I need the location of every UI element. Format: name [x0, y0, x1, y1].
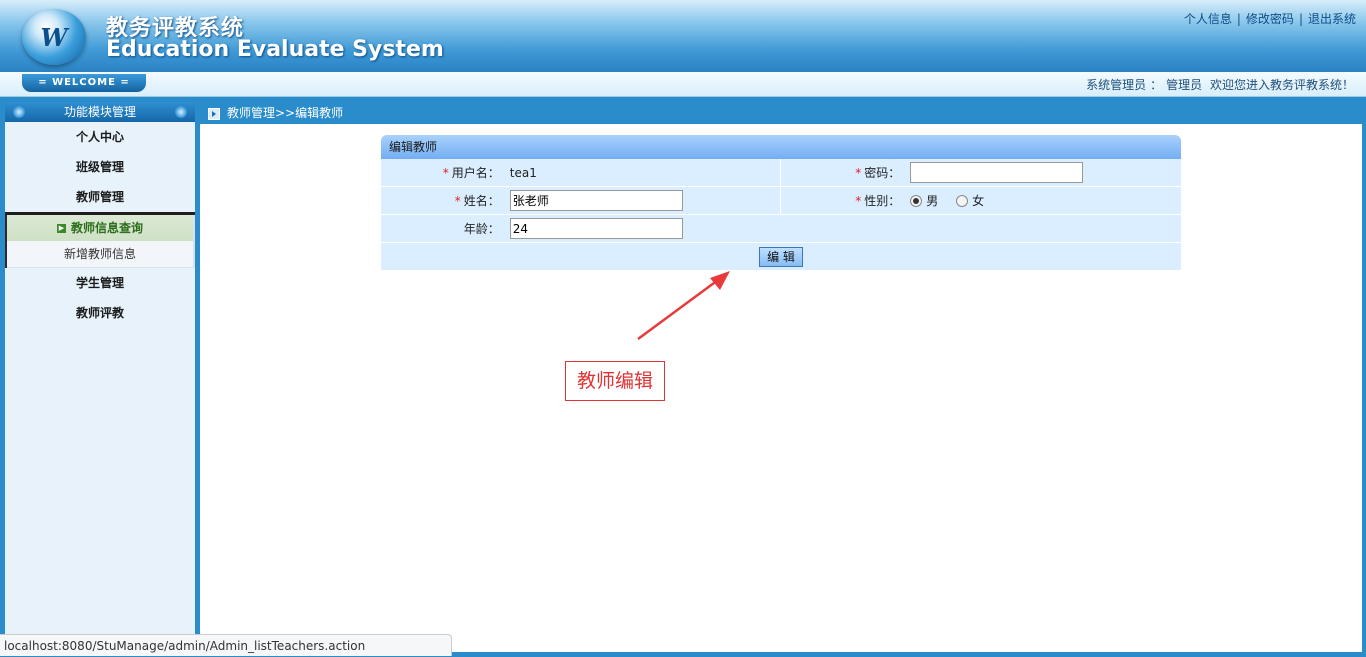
edit-submit-button[interactable]: 编 辑	[759, 246, 803, 267]
sidebar-item-teacher-evaluation[interactable]: 教师评教	[5, 298, 195, 328]
gender-male-label: 男	[926, 194, 939, 208]
sidebar-title: 功能模块管理	[63, 105, 136, 119]
welcome-message: 系统管理员：管理员 欢迎您进入教务评教系统！	[1082, 76, 1354, 93]
breadcrumb-text: 教师管理>>编辑教师	[227, 106, 344, 120]
welcome-bar: = WELCOME = 系统管理员：管理员 欢迎您进入教务评教系统！	[0, 72, 1366, 97]
gender-label: * 性别：	[780, 186, 909, 215]
main-content: 编辑教师 *用户名： tea1 *密码： *姓名： *性别： 男 女 年龄：	[200, 124, 1362, 652]
app-header: W 教务评教系统 Education Evaluate System 个人信息 |…	[0, 0, 1366, 72]
annotation-arrow-icon	[637, 271, 730, 341]
greeting-text: 欢迎您进入教务评教系统！	[1209, 78, 1354, 92]
password-input[interactable]	[910, 162, 1084, 183]
name-label: * 姓名：	[381, 186, 508, 215]
username-value: tea1	[507, 159, 781, 187]
user-name: 管理员	[1166, 78, 1203, 92]
required-mark: *	[442, 166, 449, 180]
panel-title: 编辑教师	[381, 135, 1181, 159]
logo-icon: W	[22, 9, 86, 65]
required-mark: *	[454, 194, 461, 208]
sidebar-knob-icon	[175, 106, 187, 118]
username-label-text: 用户名：	[451, 166, 500, 180]
form-row: 编 辑	[381, 242, 1181, 271]
sidebar: 功能模块管理 个人中心 班级管理 教师管理 ▶ 教师信息查询 新增教师信息 学生管…	[5, 102, 195, 650]
annotation-label: 教师编辑	[565, 361, 665, 401]
gender-female-radio[interactable]	[956, 194, 969, 207]
password-cell	[908, 159, 1181, 187]
submit-cell: 编 辑	[381, 242, 1181, 271]
personal-info-link[interactable]: 个人信息	[1184, 12, 1232, 26]
logo-letter: W	[40, 23, 68, 52]
breadcrumb: 教师管理>>编辑教师	[200, 102, 1366, 124]
submenu-item-teacher-query[interactable]: ▶ 教师信息查询	[7, 215, 193, 241]
role-separator: ：	[1150, 78, 1163, 92]
required-mark: *	[855, 194, 862, 208]
sidebar-header: 功能模块管理	[5, 102, 195, 122]
age-cell	[507, 214, 1181, 243]
gender-cell: 男 女	[908, 186, 1181, 215]
password-label: * 密码：	[780, 159, 909, 187]
required-mark: *	[855, 166, 862, 180]
sidebar-item-personal-center[interactable]: 个人中心	[5, 122, 195, 152]
arrow-right-icon: ▶	[56, 224, 66, 233]
welcome-badge: = WELCOME =	[22, 74, 146, 92]
gender-label-text: 性别：	[864, 194, 901, 208]
name-input[interactable]	[509, 190, 683, 211]
username-label: * 用户名：	[381, 159, 508, 187]
breadcrumb-arrow-icon	[208, 107, 220, 120]
link-separator: |	[1236, 12, 1241, 26]
user-role: 系统管理员	[1086, 78, 1147, 92]
sidebar-item-teacher-management[interactable]: 教师管理	[5, 182, 195, 212]
top-links: 个人信息 | 修改密码 | 退出系统	[1184, 10, 1356, 27]
sidebar-item-class-management[interactable]: 班级管理	[5, 152, 195, 182]
gender-female-label: 女	[972, 194, 985, 208]
form-row: *姓名： *性别： 男 女	[381, 186, 1181, 215]
gender-male-radio[interactable]	[910, 194, 923, 207]
submenu-item-label: 教师信息查询	[70, 221, 143, 235]
sidebar-knob-icon	[13, 106, 25, 118]
password-label-text: 密码：	[864, 166, 901, 180]
age-label: 年龄：	[381, 214, 508, 243]
edit-teacher-panel: 编辑教师 *用户名： tea1 *密码： *姓名： *性别： 男 女 年龄：	[381, 135, 1181, 271]
logout-link[interactable]: 退出系统	[1308, 12, 1356, 26]
sidebar-item-student-management[interactable]: 学生管理	[5, 268, 195, 298]
edit-teacher-form: *用户名： tea1 *密码： *姓名： *性别： 男 女 年龄： 编 辑	[381, 159, 1181, 271]
system-title-en: Education Evaluate System	[106, 37, 444, 62]
name-label-text: 姓名：	[463, 194, 500, 208]
form-row: * 用户名： tea1 * 密码：	[381, 159, 1181, 187]
change-password-link[interactable]: 修改密码	[1246, 12, 1294, 26]
teacher-submenu: ▶ 教师信息查询 新增教师信息	[5, 215, 195, 268]
browser-status-bar: localhost:8080/StuManage/admin/Admin_lis…	[0, 634, 452, 656]
form-row: 年龄：	[381, 214, 1181, 243]
link-separator: |	[1298, 12, 1303, 26]
name-cell	[507, 186, 781, 215]
age-input[interactable]	[509, 218, 683, 239]
submenu-item-add-teacher[interactable]: 新增教师信息	[7, 241, 193, 268]
